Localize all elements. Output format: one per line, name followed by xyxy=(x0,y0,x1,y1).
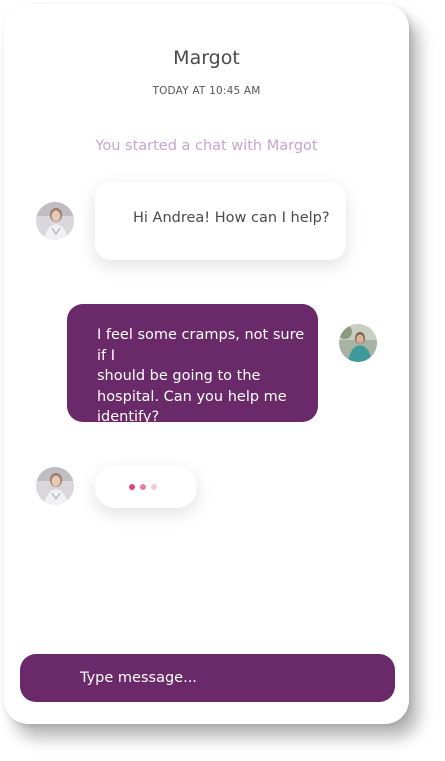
outgoing-message-line: should be going to the xyxy=(97,368,261,384)
agent-avatar-icon xyxy=(36,202,74,240)
message-composer xyxy=(20,654,395,702)
system-message: You started a chat with Margot xyxy=(95,138,318,154)
outgoing-message-bubble: I feel some cramps, not sure if I should… xyxy=(67,304,318,425)
outgoing-message-line: I feel some cramps, not sure if I xyxy=(97,327,305,364)
user-avatar[interactable] xyxy=(339,324,377,362)
incoming-message-bubble: Hi Andrea! How can I help? xyxy=(95,182,346,260)
typing-indicator xyxy=(95,466,197,508)
typing-dot xyxy=(151,484,157,490)
chat-timestamp: TODAY AT 10:45 AM xyxy=(152,85,261,97)
chat-screen: Margot TODAY AT 10:45 AM You started a c… xyxy=(4,4,409,724)
outgoing-message-line: identify? xyxy=(97,409,160,425)
outgoing-message-line: hospital. Can you help me xyxy=(97,388,287,405)
message-input[interactable] xyxy=(80,654,380,702)
agent-avatar[interactable] xyxy=(36,467,74,505)
chat-title: Margot xyxy=(173,47,240,69)
user-avatar-icon xyxy=(339,324,377,362)
agent-avatar[interactable] xyxy=(36,202,74,240)
typing-dot xyxy=(129,484,135,490)
agent-avatar-icon xyxy=(36,467,74,505)
incoming-message-text: Hi Andrea! How can I help? xyxy=(133,210,330,226)
typing-dot xyxy=(140,484,146,490)
